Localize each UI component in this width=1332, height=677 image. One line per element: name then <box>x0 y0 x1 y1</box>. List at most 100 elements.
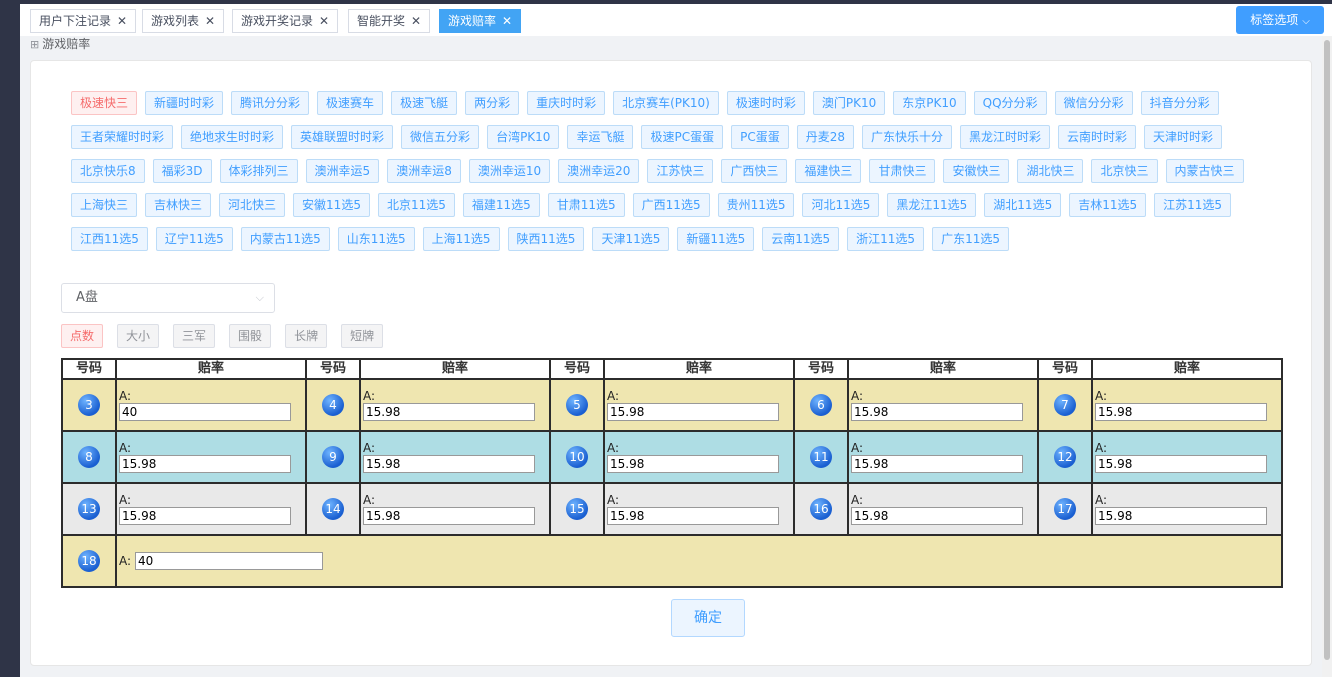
close-icon[interactable]: ✕ <box>205 14 215 28</box>
game-tag[interactable]: 广西快三 <box>721 159 788 183</box>
game-tag[interactable]: 东京PK10 <box>893 91 966 115</box>
game-tag[interactable]: 吉林快三 <box>145 193 212 217</box>
odds-input[interactable] <box>119 507 291 525</box>
game-tag[interactable]: 天津时时彩 <box>1144 125 1223 149</box>
odds-input[interactable] <box>607 507 779 525</box>
game-tag[interactable]: 广东11选5 <box>932 227 1009 251</box>
game-tag[interactable]: 北京赛车(PK10) <box>613 91 719 115</box>
game-tag[interactable]: 陕西11选5 <box>507 227 585 251</box>
game-tag[interactable]: 新疆时时彩 <box>145 91 224 115</box>
odds-input[interactable] <box>851 403 1023 421</box>
game-tag[interactable]: 澳洲幸运8 <box>387 159 461 183</box>
game-tag[interactable]: 绝地求生时时彩 <box>181 125 284 149</box>
game-tag[interactable]: 江苏快三 <box>647 159 714 183</box>
odds-input[interactable] <box>1095 455 1267 473</box>
game-tag[interactable]: 甘肃快三 <box>869 159 936 183</box>
game-tag[interactable]: 河北11选5 <box>802 193 880 217</box>
game-tag[interactable]: 体彩排列三 <box>219 159 298 183</box>
close-icon[interactable]: ✕ <box>502 14 512 28</box>
odds-input[interactable] <box>607 455 779 473</box>
tag-options-button[interactable]: 标签选项 ⌵ <box>1236 6 1324 34</box>
game-tag[interactable]: 广东快乐十分 <box>862 125 953 149</box>
game-tag[interactable]: 上海11选5 <box>422 227 500 251</box>
game-tag[interactable]: 安徽11选5 <box>293 193 370 217</box>
game-tag[interactable]: 云南时时彩 <box>1058 125 1137 149</box>
plate-select[interactable]: A盘 ⌵ <box>61 283 275 313</box>
game-tag[interactable]: PC蛋蛋 <box>731 125 789 149</box>
game-tag[interactable]: 新疆11选5 <box>677 227 755 251</box>
game-tag[interactable]: 澳洲幸运5 <box>305 159 380 183</box>
game-tag[interactable]: 辽宁11选5 <box>155 227 233 251</box>
game-tag[interactable]: 福建11选5 <box>462 193 540 217</box>
game-tag[interactable]: 吉林11选5 <box>1069 193 1147 217</box>
game-tag[interactable]: 福建快三 <box>795 159 862 183</box>
bet-type-tag[interactable]: 点数 <box>61 324 104 348</box>
odds-input[interactable] <box>119 455 291 473</box>
game-tag[interactable]: 重庆时时彩 <box>527 91 606 115</box>
close-icon[interactable]: ✕ <box>117 14 127 28</box>
game-tag[interactable]: 腾讯分分彩 <box>231 91 310 115</box>
game-tag[interactable]: 北京快三 <box>1091 159 1158 183</box>
game-tag[interactable]: 澳门PK10 <box>812 91 886 115</box>
odds-input[interactable] <box>135 552 324 570</box>
close-icon[interactable]: ✕ <box>319 14 329 28</box>
game-tag[interactable]: 丹麦28 <box>796 125 854 149</box>
game-tag[interactable]: 王者荣耀时时彩 <box>71 125 174 149</box>
odds-input[interactable] <box>1095 507 1267 525</box>
odds-input[interactable] <box>851 507 1023 525</box>
odds-input[interactable] <box>119 403 291 421</box>
game-tag[interactable]: 上海快三 <box>71 193 138 217</box>
game-tag[interactable]: 极速赛车 <box>317 91 384 115</box>
tab-0[interactable]: 用户下注记录 ✕ <box>30 9 137 33</box>
game-tag[interactable]: 台湾PK10 <box>487 125 560 149</box>
game-tag[interactable]: 北京11选5 <box>377 193 455 217</box>
game-tag[interactable]: 浙江11选5 <box>847 227 925 251</box>
game-tag[interactable]: 微信分分彩 <box>1054 91 1133 115</box>
game-tag[interactable]: 云南11选5 <box>762 227 840 251</box>
game-tag[interactable]: 微信五分彩 <box>401 125 480 149</box>
game-tag[interactable]: 黑龙江11选5 <box>887 193 977 217</box>
game-tag[interactable]: 极速PC蛋蛋 <box>641 125 724 149</box>
game-tag[interactable]: 极速时时彩 <box>726 91 805 115</box>
odds-input[interactable] <box>607 403 779 421</box>
odds-input[interactable] <box>363 507 535 525</box>
game-tag[interactable]: 湖北11选5 <box>984 193 1062 217</box>
game-tag[interactable]: 抖音分分彩 <box>1140 91 1219 115</box>
odds-input[interactable] <box>363 455 535 473</box>
game-tag[interactable]: 江西11选5 <box>71 227 148 251</box>
game-tag[interactable]: 黑龙江时时彩 <box>960 125 1051 149</box>
game-tag[interactable]: 湖北快三 <box>1017 159 1084 183</box>
game-tag[interactable]: 极速快三 <box>71 91 138 115</box>
bet-type-tag[interactable]: 大小 <box>117 324 160 348</box>
game-tag[interactable]: 澳洲幸运10 <box>468 159 551 183</box>
game-tag[interactable]: 福彩3D <box>152 159 212 183</box>
game-tag[interactable]: 安徽快三 <box>943 159 1010 183</box>
game-tag[interactable]: 北京快乐8 <box>71 159 145 183</box>
bet-type-tag[interactable]: 围骰 <box>229 324 272 348</box>
game-tag[interactable]: 极速飞艇 <box>391 91 458 115</box>
game-tag[interactable]: 澳洲幸运20 <box>558 159 640 183</box>
game-tag[interactable]: 幸运飞艇 <box>567 125 634 149</box>
game-tag[interactable]: 两分彩 <box>465 91 520 115</box>
tab-4[interactable]: 游戏赔率 ✕ <box>439 9 522 33</box>
tab-1[interactable]: 游戏列表 ✕ <box>142 9 225 33</box>
game-tag[interactable]: 内蒙古快三 <box>1165 159 1244 183</box>
game-tag[interactable]: 河北快三 <box>219 193 286 217</box>
game-tag[interactable]: 英雄联盟时时彩 <box>291 125 394 149</box>
game-tag[interactable]: 广西11选5 <box>632 193 710 217</box>
game-tag[interactable]: 贵州11选5 <box>717 193 795 217</box>
odds-input[interactable] <box>1095 403 1267 421</box>
scrollbar[interactable] <box>1322 36 1332 677</box>
bet-type-tag[interactable]: 长牌 <box>285 324 328 348</box>
game-tag[interactable]: 天津11选5 <box>592 227 670 251</box>
tab-2[interactable]: 游戏开奖记录 ✕ <box>232 9 339 33</box>
odds-input[interactable] <box>363 403 535 421</box>
bet-type-tag[interactable]: 三军 <box>173 324 216 348</box>
close-icon[interactable]: ✕ <box>411 14 421 28</box>
bet-type-tag[interactable]: 短牌 <box>341 324 384 348</box>
tab-3[interactable]: 智能开奖 ✕ <box>348 9 431 33</box>
game-tag[interactable]: QQ分分彩 <box>973 91 1047 115</box>
confirm-button[interactable]: 确定 <box>671 599 745 637</box>
odds-input[interactable] <box>851 455 1023 473</box>
game-tag[interactable]: 内蒙古11选5 <box>240 227 330 251</box>
